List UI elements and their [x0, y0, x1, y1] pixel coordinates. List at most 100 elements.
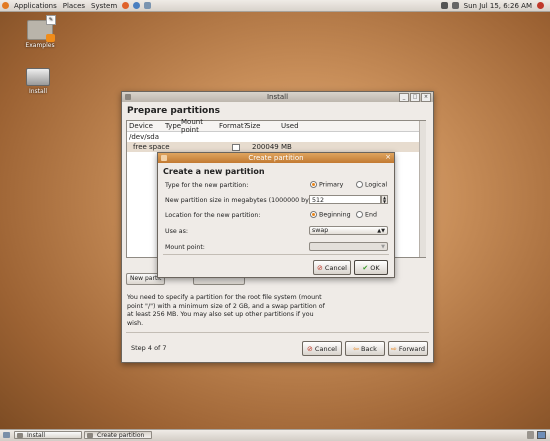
use-as-value: swap — [312, 227, 329, 234]
type-primary-label: Primary — [319, 181, 344, 189]
use-as-label: Use as: — [165, 228, 189, 235]
close-icon[interactable]: × — [384, 154, 392, 161]
radio-selected-icon — [310, 181, 317, 188]
radio-unselected-icon — [356, 211, 363, 218]
partition-info-text: You need to specify a partition for the … — [127, 294, 325, 327]
divider — [126, 332, 429, 333]
location-label: Location for the new partition: — [165, 212, 261, 219]
close-icon[interactable]: × — [421, 93, 431, 102]
dialog-ok-label: OK — [370, 263, 380, 272]
trash-icon[interactable] — [527, 431, 534, 439]
back-button[interactable]: ⇦ Back — [345, 341, 385, 356]
menu-applications[interactable]: Applications — [11, 2, 60, 10]
desktop-icon-install[interactable]: Install — [18, 68, 58, 95]
document-icon: ✎ — [46, 15, 56, 25]
size-label: New partition size in megabytes (1000000… — [165, 197, 324, 204]
step-indicator: Step 4 of 7 — [131, 344, 167, 352]
mount-point-label: Mount point: — [165, 244, 205, 251]
help-icon[interactable] — [133, 2, 141, 9]
forward-label: Forward — [398, 344, 425, 353]
type-label: Type for the new partition: — [165, 182, 249, 189]
task-install[interactable]: Install — [14, 431, 82, 439]
location-beginning-label: Beginning — [319, 211, 351, 219]
cancel-button[interactable]: ⊘ Cancel — [302, 341, 342, 356]
menu-system[interactable]: System — [88, 2, 120, 10]
dialog-titlebar[interactable]: Create partition × — [158, 153, 394, 163]
type-primary-radio[interactable]: Primary — [310, 181, 343, 189]
cancel-icon: ⊘ — [307, 344, 313, 353]
minimize-icon[interactable]: _ — [399, 93, 409, 102]
window-icon — [17, 433, 23, 438]
location-end-label: End — [365, 211, 377, 219]
cell-size: 200049 MB — [252, 143, 292, 151]
dialog-cancel-button[interactable]: ⊘ Cancel — [313, 260, 351, 275]
desktop-icon-examples[interactable]: ✎ Examples — [20, 15, 60, 49]
table-row[interactable]: free space 200049 MB — [127, 142, 425, 152]
type-logical-radio[interactable]: Logical — [356, 181, 387, 189]
table-header: Device Type Mount point Format? Size Use… — [127, 118, 425, 134]
desktop-icon-label: Examples — [25, 42, 55, 49]
mail-icon[interactable] — [144, 2, 152, 9]
use-as-select[interactable]: swap ▲▼ — [309, 226, 388, 235]
lock-icon — [46, 34, 55, 42]
dialog-heading: Create a new partition — [163, 167, 265, 176]
radio-unselected-icon — [356, 181, 363, 188]
cell-device: free space — [133, 143, 170, 151]
create-partition-dialog: Create partition × Create a new partitio… — [157, 152, 395, 278]
cancel-label: Cancel — [314, 344, 337, 353]
size-input[interactable]: 512 — [309, 195, 381, 204]
table-scrollbar[interactable] — [419, 121, 426, 257]
col-used[interactable]: Used — [281, 122, 311, 130]
task-create-partition[interactable]: Create partition — [84, 431, 152, 439]
size-spin-button[interactable]: ▲ ▼ — [381, 195, 388, 204]
cancel-icon: ⊘ — [317, 263, 323, 272]
back-arrow-icon: ⇦ — [353, 344, 360, 353]
col-size[interactable]: Size — [246, 122, 281, 130]
cell-device: /dev/sda — [129, 133, 159, 141]
updown-arrows-icon: ▲▼ — [377, 228, 385, 234]
dropdown-arrow-icon: ▼ — [381, 244, 385, 250]
divider — [163, 254, 389, 255]
dialog-cancel-label: Cancel — [324, 263, 347, 272]
dialog-ok-button[interactable]: ✔ OK — [354, 260, 388, 275]
window-menu-icon[interactable] — [161, 155, 167, 161]
back-label: Back — [361, 344, 377, 353]
window-menu-icon[interactable] — [125, 94, 131, 100]
top-panel: Applications Places System Sun Jul 15, 6… — [0, 0, 550, 12]
window-title: Install — [266, 93, 289, 101]
task-label: Create partition — [97, 432, 145, 439]
task-label: Install — [27, 432, 46, 439]
col-format[interactable]: Format? — [219, 122, 247, 130]
menu-places[interactable]: Places — [60, 2, 88, 10]
install-titlebar[interactable]: Install _ □ × — [122, 92, 433, 102]
forward-button[interactable]: ⇨ Forward — [388, 341, 428, 356]
maximize-icon[interactable]: □ — [410, 93, 420, 102]
desktop-icon-label: Install — [28, 88, 48, 95]
bottom-taskbar: Install Create partition — [0, 429, 550, 441]
type-logical-label: Logical — [365, 181, 388, 189]
workspace-switcher[interactable] — [537, 431, 546, 439]
window-icon — [87, 433, 93, 438]
checkmark-icon: ✔ — [362, 263, 369, 272]
mount-point-select: ▼ — [309, 242, 388, 251]
drive-icon — [26, 68, 50, 86]
firefox-icon[interactable] — [122, 2, 130, 9]
dialog-title: Create partition — [248, 154, 304, 162]
page-title: Prepare partitions — [127, 106, 221, 116]
network-icon[interactable] — [440, 2, 448, 9]
forward-arrow-icon: ⇨ — [390, 344, 397, 353]
location-end-radio[interactable]: End — [356, 211, 377, 219]
ubuntu-logo-icon[interactable] — [2, 2, 9, 9]
col-device[interactable]: Device — [127, 122, 165, 130]
folder-icon: ✎ — [27, 15, 56, 42]
location-beginning-radio[interactable]: Beginning — [310, 211, 351, 219]
col-mount-point[interactable]: Mount point — [181, 118, 219, 134]
clock[interactable]: Sun Jul 15, 6:26 AM — [461, 2, 535, 10]
volume-icon[interactable] — [451, 2, 459, 9]
col-type[interactable]: Type — [165, 122, 181, 130]
size-value: 512 — [312, 197, 325, 204]
table-row[interactable]: /dev/sda — [127, 132, 425, 142]
show-desktop-icon[interactable] — [3, 432, 10, 438]
format-checkbox[interactable] — [232, 143, 240, 151]
power-icon[interactable] — [537, 2, 544, 9]
